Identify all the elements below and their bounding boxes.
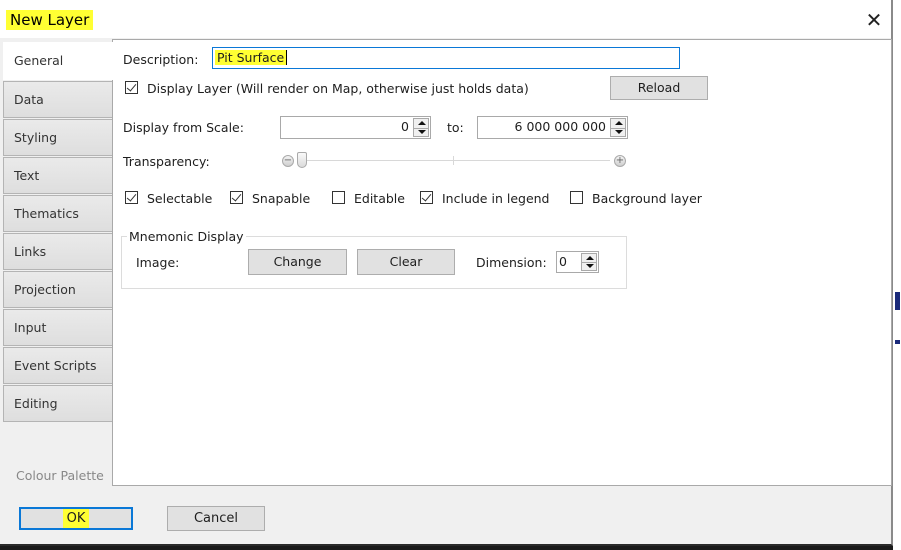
arrow-up-icon[interactable]	[586, 256, 594, 260]
arrow-up-icon[interactable]	[615, 121, 623, 125]
display-layer-checkbox[interactable]	[125, 81, 138, 94]
ok-label: OK	[62, 509, 90, 528]
ok-button[interactable]: OK	[19, 507, 133, 530]
tab-editing[interactable]: Editing	[3, 385, 113, 422]
snapable-checkbox[interactable]	[230, 191, 243, 204]
editable-checkbox[interactable]	[332, 191, 345, 204]
arrow-down-icon[interactable]	[586, 264, 594, 268]
tab-data[interactable]: Data	[3, 81, 113, 118]
include-in-legend-checkbox[interactable]	[420, 191, 433, 204]
colour-palette-link[interactable]: Colour Palette	[16, 468, 104, 483]
tab-projection[interactable]: Projection	[3, 271, 113, 308]
minus-icon[interactable]: −	[282, 155, 294, 167]
dimension-arrows[interactable]	[581, 253, 597, 271]
tab-general[interactable]: General	[3, 42, 115, 80]
display-scale-label: Display from Scale:	[123, 120, 244, 135]
transparency-slider-thumb[interactable]	[297, 152, 307, 168]
dimension-value: 0	[559, 254, 567, 269]
tab-event-scripts[interactable]: Event Scripts	[3, 347, 113, 384]
slider-tick	[453, 156, 454, 165]
background-marker	[895, 292, 900, 310]
new-layer-dialog: New Layer ✕ General Data Styling Text Th…	[0, 0, 893, 546]
scale-to-spinner[interactable]: 6 000 000 000	[477, 116, 628, 139]
description-label: Description:	[123, 52, 199, 67]
reload-button[interactable]: Reload	[610, 76, 708, 100]
change-button[interactable]: Change	[248, 249, 347, 275]
display-layer-label: Display Layer (Will render on Map, other…	[147, 81, 529, 96]
clear-button[interactable]: Clear	[357, 249, 455, 275]
tab-styling[interactable]: Styling	[3, 119, 113, 156]
scale-to-label: to:	[447, 120, 464, 135]
arrow-up-icon[interactable]	[418, 121, 426, 125]
description-input[interactable]: Pit Surface	[212, 47, 680, 69]
tab-thematics[interactable]: Thematics	[3, 195, 113, 232]
title-bar: New Layer ✕	[0, 0, 891, 38]
selectable-label: Selectable	[147, 191, 213, 206]
image-label: Image:	[136, 255, 180, 270]
mnemonic-display-title: Mnemonic Display	[127, 229, 246, 244]
tab-input-transform[interactable]: Input Transform	[3, 309, 113, 371]
snapable-label: Snapable	[252, 191, 311, 206]
tab-list: General Data Styling Text Thematics Link…	[3, 42, 115, 423]
dialog-title: New Layer	[6, 10, 94, 30]
scale-to-value: 6 000 000 000	[514, 119, 606, 134]
tab-text[interactable]: Text	[3, 157, 113, 194]
background-layer-checkbox[interactable]	[570, 191, 583, 204]
plus-icon[interactable]: +	[614, 155, 626, 167]
tab-links[interactable]: Links	[3, 233, 113, 270]
dimension-label: Dimension:	[476, 255, 547, 270]
background-layer-label: Background layer	[592, 191, 702, 206]
background-marker	[895, 340, 900, 344]
close-icon[interactable]: ✕	[862, 8, 886, 32]
description-value: Pit Surface	[215, 50, 288, 65]
arrow-down-icon[interactable]	[418, 130, 426, 134]
scale-to-arrows[interactable]	[610, 118, 626, 137]
transparency-label: Transparency:	[123, 154, 210, 169]
include-in-legend-label: Include in legend	[442, 191, 550, 206]
arrow-down-icon[interactable]	[615, 130, 623, 134]
scale-from-spinner[interactable]: 0	[280, 116, 431, 139]
editable-label: Editable	[354, 191, 405, 206]
dimension-spinner[interactable]: 0	[556, 251, 599, 273]
background-app-strip	[893, 0, 901, 550]
selectable-checkbox[interactable]	[125, 191, 138, 204]
transparency-slider-track[interactable]	[300, 160, 610, 161]
scale-from-arrows[interactable]	[413, 118, 429, 137]
cancel-button[interactable]: Cancel	[167, 506, 265, 531]
scale-from-value: 0	[401, 119, 409, 134]
